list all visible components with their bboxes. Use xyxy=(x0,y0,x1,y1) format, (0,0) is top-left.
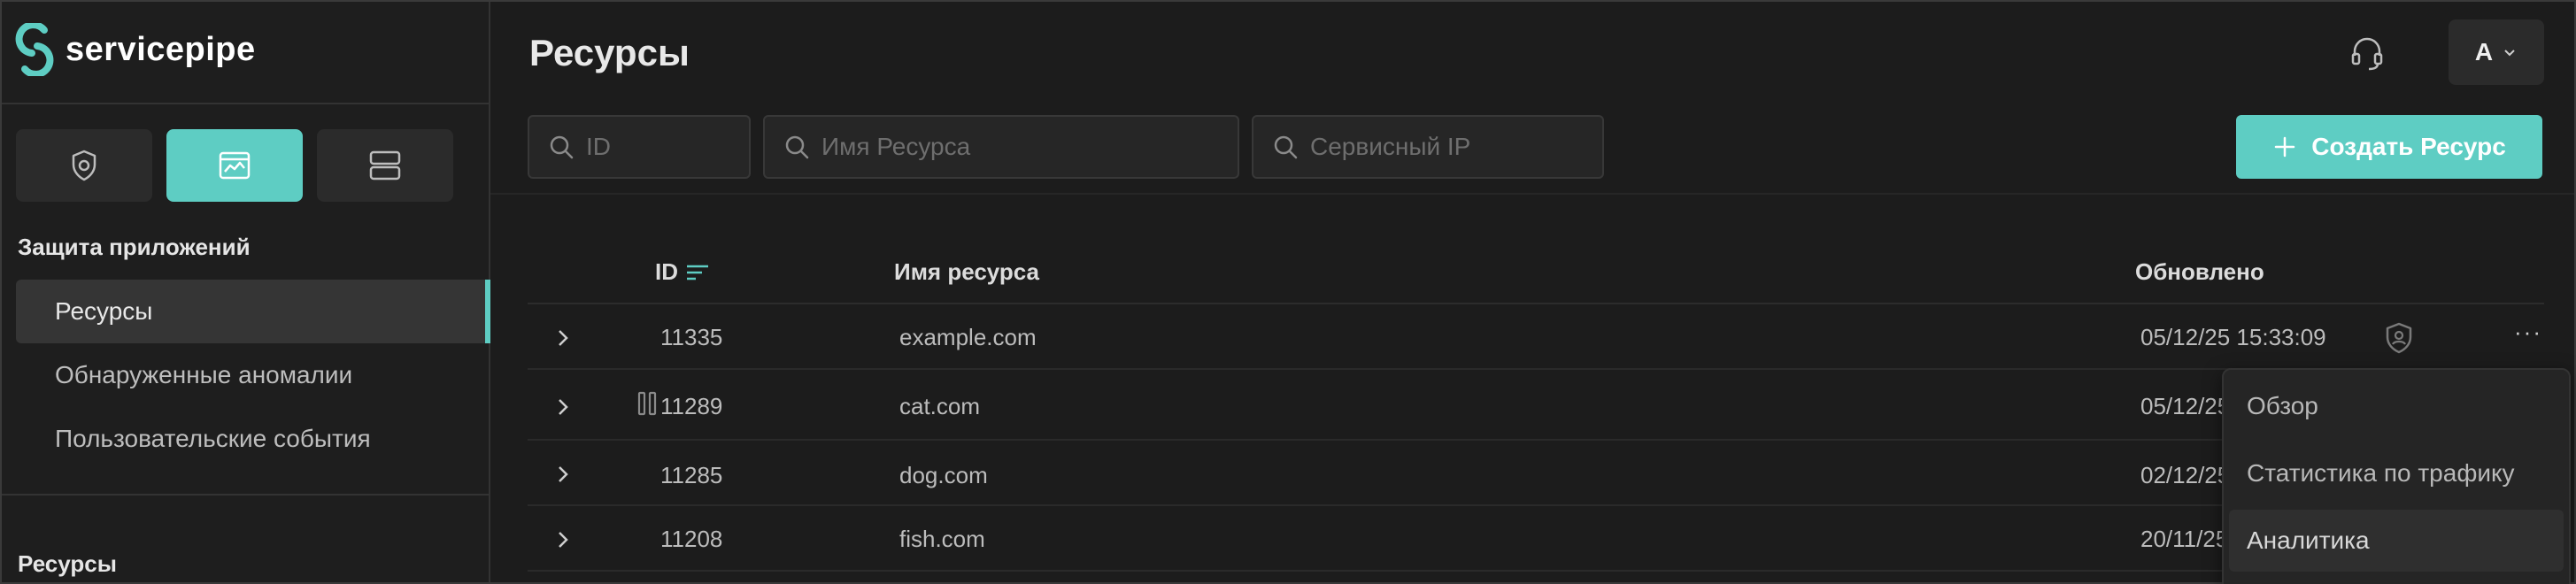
module-network-protection-button[interactable] xyxy=(16,129,152,202)
create-resource-button[interactable]: Создать Ресурс xyxy=(2236,115,2542,179)
id-search-field[interactable] xyxy=(528,115,751,179)
section-title-resources: Ресурсы xyxy=(18,550,117,577)
search-icon xyxy=(1274,135,1298,159)
row-updated: 05/12/25 15:33:09 xyxy=(2140,324,2326,350)
chevron-down-icon xyxy=(2504,50,2515,57)
user-initial: A xyxy=(2474,38,2494,65)
column-header-id[interactable]: ID xyxy=(655,258,710,286)
module-servers-button[interactable] xyxy=(317,129,453,202)
row-name[interactable]: fish.com xyxy=(899,526,985,553)
sidebar-item-resources[interactable]: Ресурсы xyxy=(16,280,490,343)
sidebar: servicepipe Защита приложений Ресурсы Об… xyxy=(2,2,490,582)
chevron-right-icon[interactable] xyxy=(547,391,579,423)
protection-shield-icon xyxy=(2386,322,2412,354)
web-app-icon xyxy=(219,151,251,180)
sidebar-item-user-events[interactable]: Пользовательские события xyxy=(16,407,490,471)
filter-bar xyxy=(528,115,1604,179)
column-header-id-label: ID xyxy=(655,258,678,285)
id-search-input[interactable] xyxy=(586,133,749,161)
sidebar-divider xyxy=(2,103,489,104)
row-name[interactable]: dog.com xyxy=(899,462,988,489)
servers-icon xyxy=(369,150,401,181)
page-title: Ресурсы xyxy=(529,32,690,73)
module-switcher xyxy=(16,129,453,202)
name-search-field[interactable] xyxy=(763,115,1239,179)
row-id: 11285 xyxy=(660,462,723,488)
brand-name: servicepipe xyxy=(66,30,256,68)
pause-icon xyxy=(637,391,657,416)
sidebar-nav: Ресурсы Обнаруженные аномалии Пользовате… xyxy=(16,280,490,471)
ip-search-input[interactable] xyxy=(1310,133,1602,161)
sidebar-item-label: Обнаруженные аномалии xyxy=(55,361,353,388)
sort-icon[interactable] xyxy=(685,263,710,282)
module-app-protection-button[interactable] xyxy=(166,129,303,202)
ip-search-field[interactable] xyxy=(1252,115,1604,179)
chevron-right-icon[interactable] xyxy=(547,524,579,556)
search-icon xyxy=(785,135,809,159)
section-title-app-protection: Защита приложений xyxy=(18,234,251,260)
menu-item-overview[interactable]: Обзор xyxy=(2229,375,2564,437)
menu-item-analytics[interactable]: Аналитика xyxy=(2229,510,2564,572)
row-id: 11335 xyxy=(660,324,723,350)
chevron-right-icon[interactable] xyxy=(547,322,579,354)
create-resource-label: Создать Ресурс xyxy=(2311,133,2506,160)
chevron-right-icon[interactable] xyxy=(547,458,579,490)
logo[interactable]: servicepipe xyxy=(14,23,256,76)
support-button[interactable] xyxy=(2341,28,2394,78)
servicepipe-logo-icon xyxy=(15,23,54,76)
row-name[interactable]: example.com xyxy=(899,324,1037,351)
sidebar-item-label: Пользовательские события xyxy=(55,425,371,452)
row-actions-menu: Обзор Статистика по трафику Аналитика xyxy=(2222,368,2571,584)
user-menu-button[interactable]: A xyxy=(2449,19,2544,85)
table-row[interactable]: 11335 example.com 05/12/25 15:33:09 ··· xyxy=(528,306,2544,370)
row-id: 11289 xyxy=(660,393,723,419)
menu-item-traffic-stats[interactable]: Статистика по трафику xyxy=(2229,442,2564,504)
row-name[interactable]: cat.com xyxy=(899,393,980,420)
column-header-updated[interactable]: Обновлено xyxy=(2135,258,2264,286)
row-id: 11208 xyxy=(660,526,723,552)
sidebar-item-anomalies[interactable]: Обнаруженные аномалии xyxy=(16,343,490,407)
header-divider xyxy=(490,193,2574,195)
column-header-name[interactable]: Имя ресурса xyxy=(894,258,1039,286)
plus-icon xyxy=(2274,136,2295,158)
row-more-button[interactable]: ··· xyxy=(2514,319,2542,346)
sidebar-divider xyxy=(2,494,489,496)
table-header: ID Имя ресурса Обновлено xyxy=(528,242,2544,304)
headset-icon xyxy=(2351,37,2383,71)
sidebar-item-label: Ресурсы xyxy=(55,297,153,325)
shield-cloud-icon xyxy=(72,150,96,181)
search-icon xyxy=(550,135,574,159)
name-search-input[interactable] xyxy=(821,133,1238,161)
app-window: servicepipe Защита приложений Ресурсы Об… xyxy=(0,0,2576,584)
